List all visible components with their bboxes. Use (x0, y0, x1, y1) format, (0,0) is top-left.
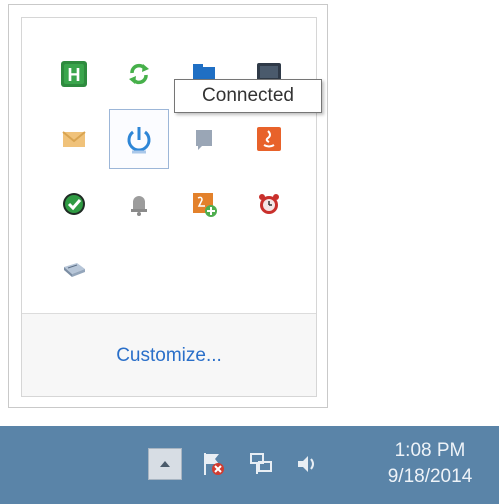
power-icon[interactable] (109, 109, 169, 169)
h-app-icon[interactable]: H (44, 44, 104, 104)
chat-icon[interactable] (174, 109, 234, 169)
tray-overflow-panel: H Connected Customize... (21, 17, 322, 398)
clock-time: 1:08 PM (394, 440, 466, 461)
system-clock[interactable]: 1:08 PM 9/18/2014 (380, 438, 480, 490)
action-center-flag-icon[interactable] (196, 448, 230, 480)
java-icon[interactable] (239, 109, 299, 169)
clock-date: 9/18/2014 (387, 466, 473, 487)
mail-icon[interactable] (44, 109, 104, 169)
tray-overflow-flyout: H Connected Customize... (8, 4, 328, 408)
sync-icon[interactable] (109, 44, 169, 104)
bell-icon[interactable] (109, 174, 169, 234)
network-icon[interactable] (244, 448, 278, 480)
show-hidden-icons-button[interactable] (148, 448, 182, 480)
connected-tooltip: Connected (174, 79, 322, 113)
taskbar: 1:08 PM 9/18/2014 (0, 426, 499, 504)
volume-icon[interactable] (290, 448, 324, 480)
usb-drive-icon[interactable] (44, 239, 104, 299)
chevron-up-icon (160, 461, 170, 467)
alarm-clock-icon[interactable] (239, 174, 299, 234)
checkmark-shield-icon[interactable] (44, 174, 104, 234)
app-update-icon[interactable] (174, 174, 234, 234)
tray-icon-grid: H Connected (22, 18, 322, 314)
customize-link[interactable]: Customize... (22, 314, 316, 398)
svg-text:H: H (68, 65, 81, 85)
